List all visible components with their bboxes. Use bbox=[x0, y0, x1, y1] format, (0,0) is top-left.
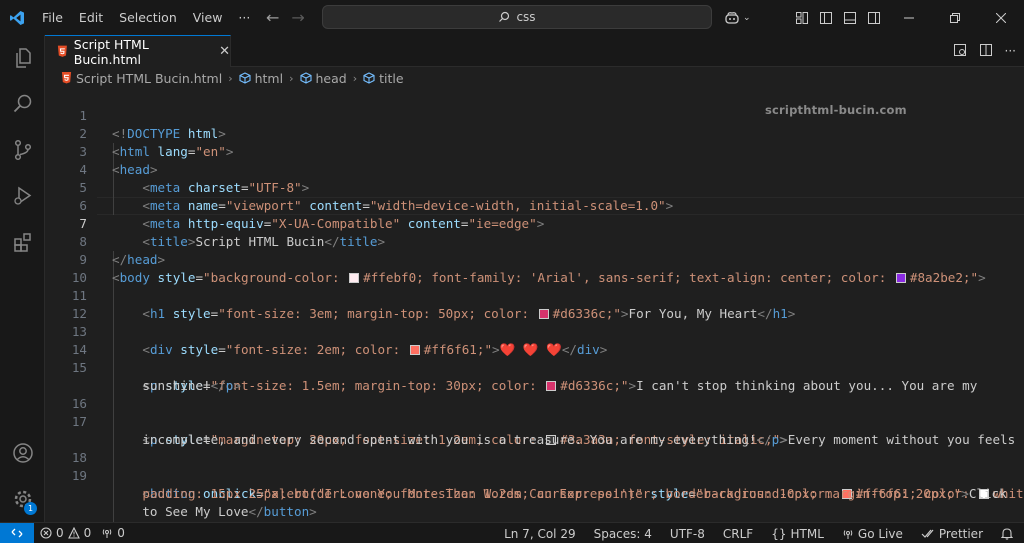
manage-gear-icon[interactable]: 1 bbox=[0, 476, 45, 522]
code-line: 3 <head> bbox=[79, 144, 158, 177]
symbol-icon bbox=[363, 72, 375, 84]
tab-label: Script HTML Bucin.html bbox=[73, 36, 149, 67]
code-line: 10 bbox=[71, 270, 87, 285]
breadcrumb-html[interactable]: html bbox=[239, 71, 283, 86]
code-line: 5 <meta name="viewport" content="width=d… bbox=[79, 180, 674, 213]
navigation-arrows: ← → bbox=[266, 0, 305, 35]
code-line: 9 <body style="background-color: #ffebf0… bbox=[79, 252, 986, 285]
code-line-wrap: incomplete, and every second spent with … bbox=[142, 432, 787, 447]
chevron-right-icon: › bbox=[228, 71, 233, 85]
code-line: 11 <h1 style="font-size: 3em; margin-top… bbox=[71, 288, 796, 321]
copilot-icon bbox=[725, 11, 739, 24]
notifications-bell-icon[interactable] bbox=[996, 527, 1018, 540]
menu-bar: File Edit Selection View ··· bbox=[34, 0, 258, 35]
code-line: 16 bbox=[71, 396, 87, 411]
copilot-button[interactable]: ⌄ bbox=[724, 0, 751, 35]
problems-indicator[interactable]: 0 0 bbox=[34, 526, 96, 540]
accounts-icon[interactable] bbox=[0, 430, 45, 476]
toggle-secondary-sidebar-icon[interactable] bbox=[862, 0, 886, 35]
breadcrumb-head[interactable]: head bbox=[299, 71, 347, 86]
window-controls bbox=[790, 0, 1024, 35]
tab-script-html-bucin[interactable]: Script HTML Bucin.html ✕ bbox=[45, 35, 231, 67]
toggle-primary-sidebar-icon[interactable] bbox=[814, 0, 838, 35]
code-editor[interactable]: scripthtml-bucin.com 1 <!DOCTYPE html> 2… bbox=[45, 89, 1024, 522]
menu-edit[interactable]: Edit bbox=[71, 0, 111, 35]
code-line: 1 <!DOCTYPE html> bbox=[79, 108, 226, 141]
code-line: 4 <meta charset="UTF-8"> bbox=[79, 162, 310, 195]
menu-view[interactable]: View bbox=[185, 0, 231, 35]
double-check-icon bbox=[921, 529, 934, 538]
customize-layout-icon[interactable] bbox=[790, 0, 814, 35]
cursor-position[interactable]: Ln 7, Col 29 bbox=[499, 527, 581, 541]
language-mode[interactable]: {} HTML bbox=[766, 527, 829, 541]
code-line: 12 bbox=[71, 306, 87, 321]
command-center-search[interactable]: css bbox=[322, 5, 712, 29]
title-bar: File Edit Selection View ··· ← → css ⌄ bbox=[0, 0, 1024, 35]
extensions-icon[interactable] bbox=[0, 219, 45, 265]
code-line-active: 7 <title>Script HTML Bucin</title> bbox=[79, 216, 386, 249]
go-live-button[interactable]: Go Live bbox=[837, 527, 908, 541]
symbol-icon bbox=[239, 72, 251, 84]
open-preview-icon[interactable] bbox=[953, 42, 967, 61]
code-line-wrap: padding: 15px 25px; border: none; font-s… bbox=[142, 486, 1007, 501]
encoding[interactable]: UTF-8 bbox=[665, 527, 710, 541]
vscode-logo-icon bbox=[0, 0, 34, 35]
menu-selection[interactable]: Selection bbox=[111, 0, 185, 35]
more-actions-icon[interactable]: ··· bbox=[1005, 44, 1016, 58]
chevron-right-icon: › bbox=[289, 71, 294, 85]
ports-indicator[interactable]: 0 bbox=[96, 526, 130, 540]
code-line: 14 bbox=[71, 342, 87, 357]
html5-icon bbox=[61, 72, 72, 84]
toggle-panel-icon[interactable] bbox=[838, 0, 862, 35]
back-arrow-icon[interactable]: ← bbox=[266, 8, 279, 27]
explorer-icon[interactable] bbox=[0, 35, 45, 81]
code-line-wrap: sunshine!</p> bbox=[142, 378, 241, 393]
warning-icon bbox=[67, 527, 80, 539]
close-icon[interactable]: ✕ bbox=[219, 44, 230, 59]
remote-indicator-icon[interactable] bbox=[0, 522, 34, 543]
menu-file[interactable]: File bbox=[34, 0, 71, 35]
more-menu-icon[interactable]: ··· bbox=[230, 0, 258, 35]
chevron-down-icon: ⌄ bbox=[743, 12, 751, 23]
code-line: 15 <p style="font-size: 1.5em; margin-to… bbox=[71, 360, 978, 393]
code-line: 20 bbox=[45, 509, 1024, 522]
code-line: 19 <button onclick="alert('I Love You Mo… bbox=[71, 468, 1024, 501]
code-line: 6 <meta http-equiv="X-UA-Compatible" con… bbox=[79, 198, 545, 231]
minimize-icon[interactable] bbox=[886, 0, 932, 35]
breadcrumb-file[interactable]: Script HTML Bucin.html bbox=[61, 71, 222, 86]
source-control-icon[interactable] bbox=[0, 127, 45, 173]
indentation[interactable]: Spaces: 4 bbox=[589, 527, 657, 541]
html5-icon bbox=[57, 45, 67, 57]
notification-badge: 1 bbox=[24, 502, 37, 515]
code-line: 2 <html lang="en"> bbox=[79, 126, 234, 159]
split-editor-icon[interactable] bbox=[979, 42, 993, 61]
broadcast-icon bbox=[843, 529, 853, 539]
prettier-button[interactable]: Prettier bbox=[916, 527, 988, 541]
braces-icon: {} bbox=[771, 526, 787, 541]
forward-arrow-icon[interactable]: → bbox=[291, 8, 304, 27]
restore-icon[interactable] bbox=[932, 0, 978, 35]
code-line-wrap: to See My Love</button> bbox=[142, 504, 317, 519]
code-line: 17 <p style="margin-top: 20px; font-size… bbox=[71, 414, 1016, 447]
editor-tabs: Script HTML Bucin.html ✕ ··· bbox=[45, 35, 1024, 67]
chevron-right-icon: › bbox=[352, 71, 358, 85]
close-window-icon[interactable] bbox=[978, 0, 1024, 35]
breadcrumb-title[interactable]: title bbox=[363, 71, 404, 86]
search-text: css bbox=[516, 10, 536, 24]
search-icon bbox=[499, 11, 510, 22]
code-line: 8 </head> bbox=[79, 234, 166, 267]
code-line: 18 bbox=[71, 450, 87, 465]
run-debug-icon[interactable] bbox=[0, 173, 45, 219]
status-bar: 0 0 0 Ln 7, Col 29 Spaces: 4 UTF-8 CRLF … bbox=[0, 522, 1024, 543]
broadcast-icon bbox=[103, 529, 112, 538]
symbol-icon bbox=[299, 72, 312, 84]
line-ending[interactable]: CRLF bbox=[718, 527, 758, 541]
search-icon[interactable] bbox=[0, 81, 45, 127]
activity-bar: 1 bbox=[0, 35, 45, 522]
breadcrumb: Script HTML Bucin.html › html › head › t… bbox=[45, 67, 1024, 89]
error-icon bbox=[40, 527, 52, 539]
code-line: 13 <div style="font-size: 2em; color: #f… bbox=[71, 324, 608, 357]
